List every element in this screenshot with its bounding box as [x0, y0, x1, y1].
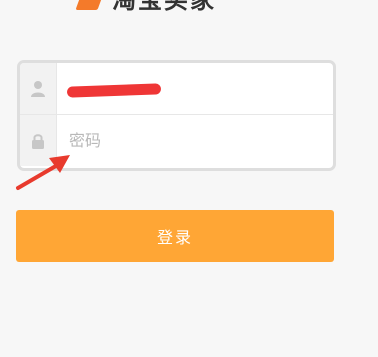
password-input[interactable] — [67, 114, 333, 167]
login-form-card — [17, 60, 336, 171]
app-logo: 淘宝买家 — [75, 0, 278, 14]
login-button[interactable]: 登录 — [16, 210, 334, 262]
lock-icon — [20, 115, 57, 166]
logo-icon — [75, 0, 103, 10]
logo-title: 淘宝买家 — [112, 0, 216, 14]
password-row — [20, 114, 333, 167]
annotation-arrow-icon — [16, 155, 70, 190]
user-icon — [20, 63, 57, 114]
